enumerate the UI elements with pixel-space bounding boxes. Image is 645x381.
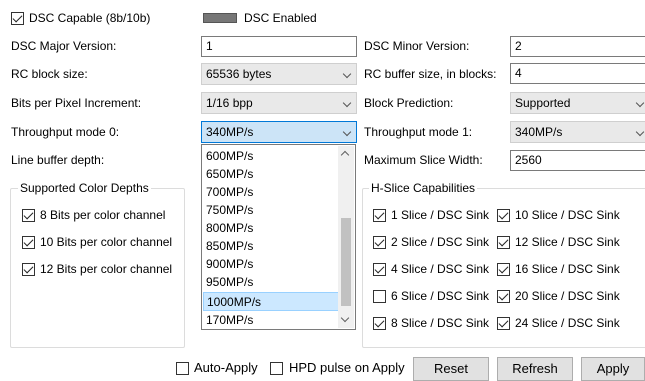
reset-button[interactable]: Reset — [413, 357, 489, 381]
dsc-major-label: DSC Major Version: — [11, 39, 117, 53]
rc-block-label: RC block size: — [11, 67, 88, 81]
hslice-16-checkbox[interactable] — [497, 263, 510, 276]
dropdown-option-selected[interactable]: 1000MP/s — [203, 292, 340, 311]
bpp-increment-value: 1/16 bpp — [206, 96, 253, 110]
line-buffer-label: Line buffer depth: — [11, 153, 105, 167]
scroll-down-icon[interactable] — [340, 313, 350, 323]
hslice-6-label: 6 Slice / DSC Sink — [391, 289, 490, 303]
dropdown-scrollbar[interactable] — [338, 146, 354, 328]
dropdown-option[interactable]: 170MP/s — [203, 311, 340, 330]
hslice-12-label: 12 Slice / DSC Sink — [515, 235, 620, 249]
chevron-down-icon — [635, 98, 645, 108]
apply-button[interactable]: Apply — [581, 357, 645, 381]
dropdown-option[interactable]: 650MP/s — [203, 165, 340, 184]
block-prediction-label: Block Prediction: — [364, 96, 454, 110]
throughput1-value: 340MP/s — [515, 125, 563, 139]
color-depth-12-label: 12 Bits per color channel — [40, 262, 173, 276]
dropdown-option[interactable]: 950MP/s — [203, 273, 340, 292]
hslice-20-checkbox[interactable] — [497, 290, 510, 303]
block-prediction-select[interactable]: Supported — [510, 92, 645, 114]
scroll-up-icon[interactable] — [340, 150, 350, 160]
hslice-20-label: 20 Slice / DSC Sink — [515, 289, 620, 303]
hslice-10-checkbox[interactable] — [497, 209, 510, 222]
hslice-8-label: 8 Slice / DSC Sink — [391, 316, 490, 330]
hslice-4-label: 4 Slice / DSC Sink — [391, 262, 490, 276]
hslice-1-checkbox[interactable] — [373, 209, 386, 222]
scroll-thumb[interactable] — [341, 218, 351, 306]
chevron-down-icon — [342, 127, 352, 137]
chevron-down-icon — [635, 127, 645, 137]
chevron-down-icon — [342, 69, 352, 79]
color-depth-12-checkbox[interactable] — [22, 263, 35, 276]
color-depth-8-checkbox[interactable] — [22, 209, 35, 222]
dropdown-option[interactable]: 600MP/s — [203, 147, 340, 166]
dropdown-option[interactable]: 900MP/s — [203, 255, 340, 274]
hslice-16-label: 16 Slice / DSC Sink — [515, 262, 620, 276]
hslice-2-checkbox[interactable] — [373, 236, 386, 249]
dropdown-option[interactable]: 850MP/s — [203, 237, 340, 256]
color-depth-10-checkbox[interactable] — [22, 236, 35, 249]
hslice-1-label: 1 Slice / DSC Sink — [391, 208, 490, 222]
hpd-pulse-label: HPD pulse on Apply — [289, 360, 405, 375]
hpd-pulse-checkbox[interactable] — [270, 362, 283, 375]
rc-buffer-field[interactable]: 4 — [510, 63, 645, 84]
dsc-minor-label: DSC Minor Version: — [364, 39, 470, 53]
color-depth-10-label: 10 Bits per color channel — [40, 235, 173, 249]
bpp-increment-label: Bits per Pixel Increment: — [11, 96, 142, 110]
block-prediction-value: Supported — [515, 96, 571, 110]
rc-buffer-label: RC buffer size, in blocks: — [364, 67, 497, 81]
hslice-2-label: 2 Slice / DSC Sink — [391, 235, 490, 249]
throughput0-label: Throughput mode 0: — [11, 125, 120, 139]
throughput0-select[interactable]: 340MP/s — [201, 121, 357, 143]
color-depths-title: Supported Color Depths — [18, 180, 151, 196]
dsc-capable-label: DSC Capable (8b/10b) — [29, 11, 151, 25]
hslice-24-label: 24 Slice / DSC Sink — [515, 316, 620, 330]
hslice-12-checkbox[interactable] — [497, 236, 510, 249]
chevron-down-icon — [342, 98, 352, 108]
dsc-major-field[interactable]: 1 — [201, 36, 357, 57]
throughput1-select[interactable]: 340MP/s — [510, 121, 645, 143]
hslice-title: H-Slice Capabilities — [369, 180, 478, 196]
hslice-8-checkbox[interactable] — [373, 317, 386, 330]
dropdown-option[interactable]: 700MP/s — [203, 183, 340, 202]
dsc-minor-field[interactable]: 2 — [510, 36, 645, 57]
auto-apply-label: Auto-Apply — [194, 360, 258, 375]
max-slice-label: Maximum Slice Width: — [364, 153, 483, 167]
rc-block-select[interactable]: 65536 bytes — [201, 63, 357, 85]
bpp-increment-select[interactable]: 1/16 bpp — [201, 92, 357, 114]
dsc-capable-checkbox[interactable] — [11, 12, 24, 25]
dsc-enabled-label: DSC Enabled — [244, 11, 317, 25]
hslice-6-checkbox[interactable] — [373, 290, 386, 303]
throughput0-value: 340MP/s — [206, 125, 254, 139]
refresh-button[interactable]: Refresh — [497, 357, 573, 381]
dsc-enabled-indicator — [203, 13, 237, 23]
hslice-24-checkbox[interactable] — [497, 317, 510, 330]
max-slice-field[interactable]: 2560 — [510, 150, 645, 171]
dropdown-option[interactable]: 800MP/s — [203, 219, 340, 238]
hslice-10-label: 10 Slice / DSC Sink — [515, 208, 620, 222]
dropdown-option[interactable]: 750MP/s — [203, 201, 340, 220]
rc-block-value: 65536 bytes — [206, 67, 272, 81]
auto-apply-checkbox[interactable] — [176, 362, 189, 375]
hslice-4-checkbox[interactable] — [373, 263, 386, 276]
color-depth-8-label: 8 Bits per color channel — [40, 208, 166, 222]
throughput1-label: Throughput mode 1: — [364, 125, 473, 139]
throughput0-dropdown-list[interactable]: 600MP/s 650MP/s 700MP/s 750MP/s 800MP/s … — [201, 144, 356, 330]
